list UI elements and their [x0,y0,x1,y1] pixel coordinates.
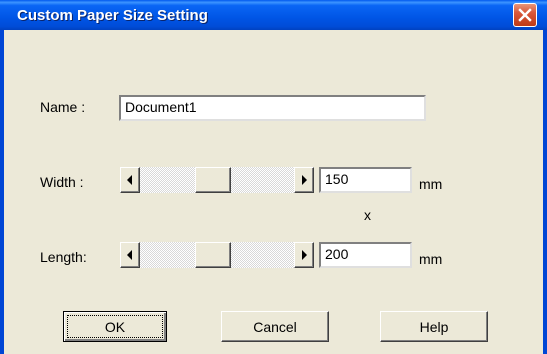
close-icon [518,8,532,22]
left-arrow-icon [127,250,132,260]
right-arrow-icon [302,175,307,185]
width-scroll-left-button[interactable] [120,167,140,193]
width-scroll-thumb[interactable] [195,167,231,193]
left-arrow-icon [127,175,132,185]
name-label: Name : [40,99,86,115]
window-frame-right [543,30,547,354]
length-label: Length: [40,249,87,265]
length-scroll-thumb[interactable] [195,242,231,268]
close-button[interactable] [513,3,537,27]
name-field[interactable]: Document1 [119,95,426,121]
cancel-button[interactable]: Cancel [221,311,329,342]
width-field[interactable]: 150 [319,167,412,193]
length-field[interactable]: 200 [319,242,412,268]
width-scroll-right-button[interactable] [294,167,314,193]
title-bar[interactable]: Custom Paper Size Setting [0,0,547,30]
help-button[interactable]: Help [380,311,488,342]
width-unit-label: mm [419,176,443,192]
length-scrollbar[interactable] [120,242,314,268]
width-label: Width : [40,174,84,190]
length-unit-label: mm [419,251,443,267]
length-scroll-right-button[interactable] [294,242,314,268]
dimension-separator: x [364,207,371,223]
length-scroll-left-button[interactable] [120,242,140,268]
window-title: Custom Paper Size Setting [17,7,208,24]
right-arrow-icon [302,250,307,260]
window-frame-left [0,30,4,354]
width-scrollbar[interactable] [120,167,314,193]
ok-button[interactable]: OK [63,311,167,342]
